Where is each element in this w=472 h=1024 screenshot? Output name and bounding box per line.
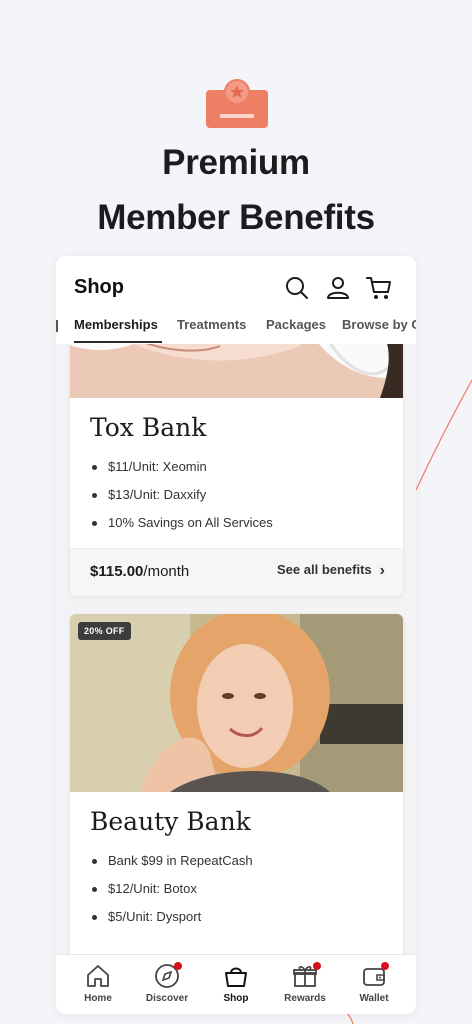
tab-memberships[interactable]: Memberships — [74, 317, 158, 332]
benefit-item: $11/Unit: Xeomin — [92, 457, 273, 485]
nav-wallet[interactable]: Wallet — [344, 962, 404, 1004]
notification-dot — [313, 962, 321, 970]
membership-price: $115.00/month — [90, 563, 189, 580]
previous-tab-edge — [56, 320, 58, 332]
tab-packages[interactable]: Packages — [266, 317, 326, 332]
nav-shop[interactable]: Shop — [206, 962, 266, 1004]
notification-dot — [381, 962, 389, 970]
nav-label: Home — [84, 993, 112, 1004]
app-screen: Shop Memberships Treatments Packages Bro… — [56, 256, 416, 1014]
card-footer: $115.00/month See all benefits › — [70, 548, 403, 596]
bottom-navigation: Home Discover Shop Rewards Wallet — [56, 954, 416, 1014]
category-tabs: Memberships Treatments Packages Browse b… — [56, 314, 416, 344]
nav-label: Discover — [145, 993, 189, 1004]
benefit-list: $11/Unit: Xeomin $13/Unit: Daxxify 10% S… — [92, 457, 273, 541]
notification-dot — [174, 962, 182, 970]
benefit-item: Bank $99 in RepeatCash — [92, 851, 253, 879]
chevron-right-icon: › — [379, 562, 385, 579]
price-amount: $115.00 — [90, 563, 144, 580]
tab-browse-by[interactable]: Browse by C — [342, 317, 416, 332]
nav-label: Shop — [223, 993, 249, 1004]
page-title: Shop — [74, 276, 124, 298]
search-icon[interactable] — [283, 274, 311, 302]
price-period: /month — [143, 563, 190, 580]
nav-discover[interactable]: Discover — [137, 962, 197, 1004]
compass-icon — [137, 962, 197, 990]
app-header: Shop Memberships Treatments Packages Bro… — [56, 256, 416, 344]
gift-icon — [275, 962, 335, 990]
active-tab-indicator — [74, 341, 162, 343]
benefit-item: 10% Savings on All Services — [92, 513, 273, 541]
home-icon — [68, 962, 128, 990]
discount-badge: 20% OFF — [78, 622, 131, 640]
benefit-item: $13/Unit: Daxxify — [92, 485, 273, 513]
tab-treatments[interactable]: Treatments — [177, 317, 246, 332]
user-icon[interactable] — [324, 274, 352, 302]
membership-title: Beauty Bank — [90, 807, 251, 836]
benefit-list: Bank $99 in RepeatCash $12/Unit: Botox $… — [92, 851, 253, 935]
headline-line2: Member Benefits — [97, 198, 375, 237]
see-all-label: See all benefits — [277, 562, 372, 577]
see-all-benefits-link[interactable]: See all benefits › — [277, 562, 385, 580]
cart-icon[interactable] — [365, 274, 393, 302]
shopping-bag-icon — [206, 962, 266, 990]
benefit-item: $12/Unit: Botox — [92, 879, 253, 907]
headline-line1: Premium — [162, 143, 310, 182]
nav-label: Wallet — [359, 993, 389, 1004]
nav-label: Rewards — [284, 993, 326, 1004]
card-image — [70, 614, 403, 792]
benefit-item: $5/Unit: Dysport — [92, 907, 253, 935]
membership-title: Tox Bank — [90, 413, 207, 442]
membership-card-tox-bank[interactable]: Tox Bank $11/Unit: Xeomin $13/Unit: Daxx… — [70, 316, 403, 596]
membership-card-icon — [206, 76, 268, 130]
nav-rewards[interactable]: Rewards — [275, 962, 335, 1004]
wallet-icon — [344, 962, 404, 990]
nav-home[interactable]: Home — [68, 962, 128, 1004]
